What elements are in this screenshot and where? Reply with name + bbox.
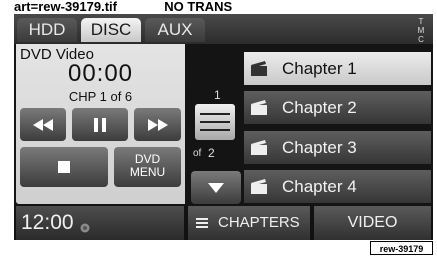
rewind-button[interactable]	[20, 108, 66, 141]
pager-total: 2	[208, 146, 215, 160]
pause-icon	[94, 117, 106, 132]
caption-note: NO TRANS	[164, 0, 233, 14]
chapter-label: Chapter 3	[282, 138, 357, 157]
chapter-item-4[interactable]: Chapter 4	[244, 170, 431, 203]
pager-of-label: of	[193, 148, 202, 159]
clock-display[interactable]: 12:00	[16, 206, 184, 240]
video-label: VIDEO	[347, 214, 398, 231]
clock-time: 12:00	[21, 211, 74, 234]
page-down-button[interactable]	[191, 171, 241, 204]
pager-current: 1	[214, 88, 221, 102]
dvd-menu-button[interactable]: DVD MENU	[114, 147, 181, 187]
chapter-label: Chapter 1	[282, 59, 357, 78]
arrow-down-icon	[208, 182, 224, 193]
chapter-item-3[interactable]: Chapter 3	[244, 131, 431, 164]
clapperboard-icon	[251, 100, 267, 115]
tab-disc[interactable]: DISC	[81, 18, 141, 42]
chapter-label: Chapter 4	[282, 177, 357, 196]
clapperboard-icon	[251, 61, 267, 76]
chapter-label: Chapter 2	[282, 98, 357, 117]
pager-scroll-thumb[interactable]	[195, 104, 235, 140]
clapperboard-icon	[251, 179, 267, 194]
tab-aux[interactable]: AUX	[145, 18, 205, 42]
now-playing-panel: DVD Video 00:00 CHP 1 of 6 DVD MENU	[16, 44, 185, 204]
list-icon	[196, 218, 208, 228]
chapters-button[interactable]: CHAPTERS	[188, 206, 310, 240]
clapperboard-icon	[251, 140, 267, 155]
tmc-badge: TMC	[417, 17, 425, 44]
elapsed-time: 00:00	[67, 60, 134, 87]
tab-hdd[interactable]: HDD	[17, 18, 77, 42]
chapter-item-2[interactable]: Chapter 2	[244, 91, 431, 124]
fast-forward-button[interactable]	[134, 108, 181, 141]
reference-code: rew-39179	[370, 241, 433, 255]
dvd-menu-label-line2: MENU	[129, 165, 166, 179]
radio-screen: HDD DISC AUX TMC DVD Video 00:00 CHP 1 o…	[14, 14, 433, 240]
stop-icon	[58, 161, 70, 173]
stop-button[interactable]	[20, 147, 108, 187]
pause-button[interactable]	[72, 108, 128, 141]
video-button[interactable]: VIDEO	[314, 206, 431, 240]
chapter-item-1[interactable]: Chapter 1	[244, 52, 431, 85]
source-tab-bar: HDD DISC AUX TMC	[14, 14, 433, 44]
chapter-status: CHP 1 of 6	[68, 89, 133, 104]
rewind-icon	[33, 118, 53, 131]
chapters-label: CHAPTERS	[218, 214, 300, 231]
caption-filename: art=rew-39179.tif	[14, 0, 117, 14]
fast-forward-icon	[147, 118, 168, 131]
globe-icon	[80, 223, 90, 233]
